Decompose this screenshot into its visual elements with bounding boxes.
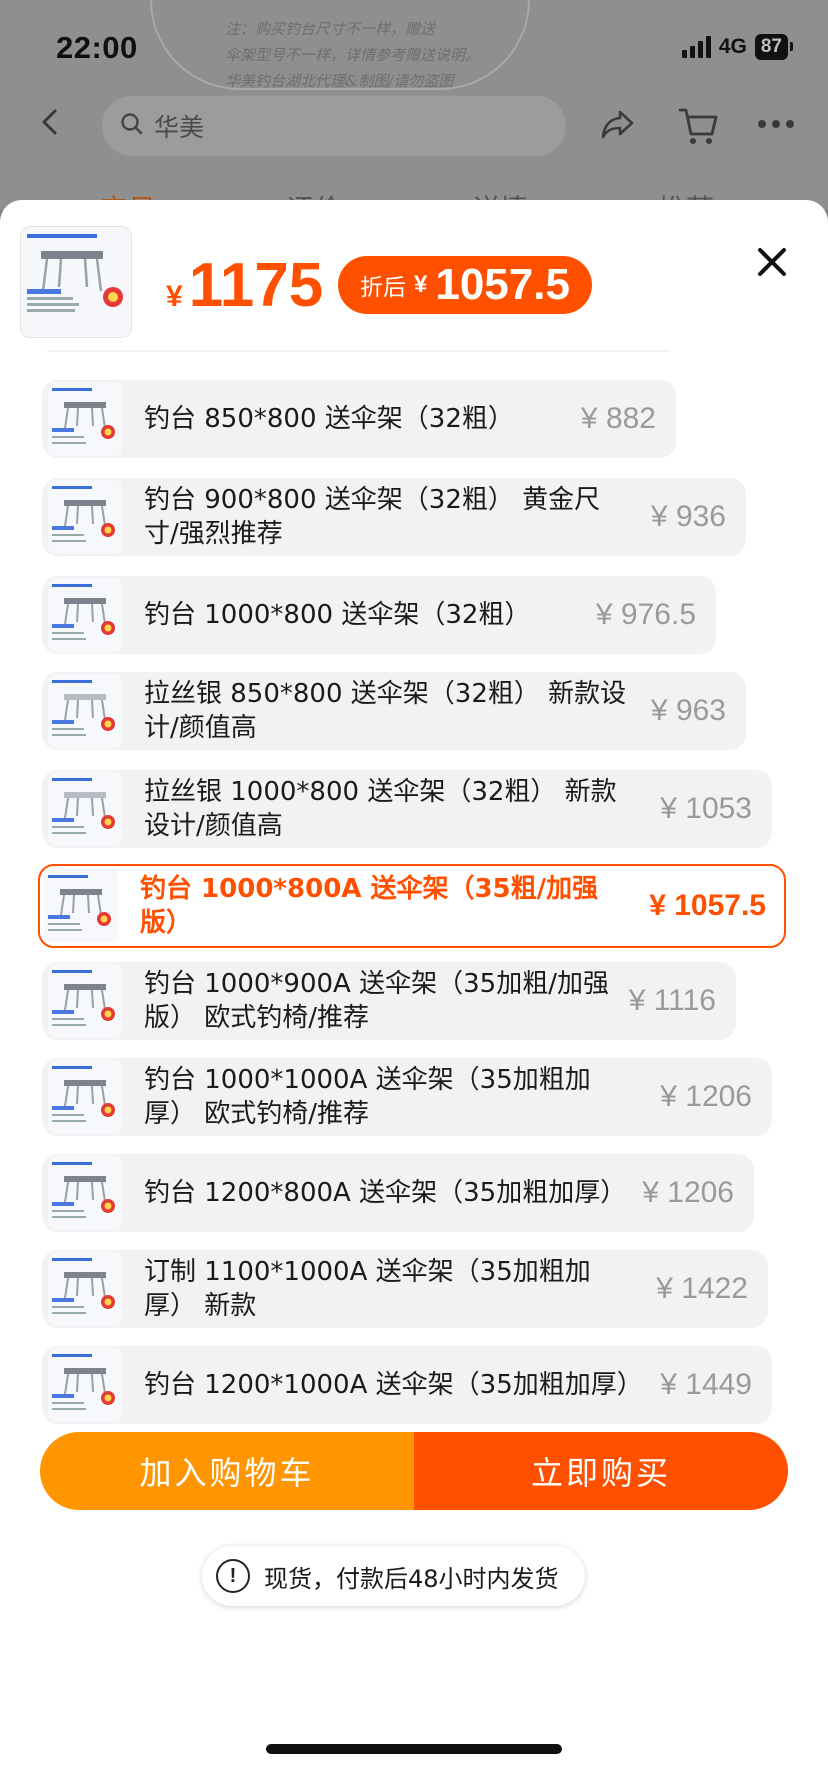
sku-thumbnail — [48, 772, 122, 846]
info-icon: ! — [216, 1559, 250, 1593]
discount-value: 1057.5 — [435, 260, 570, 309]
sku-thumbnail — [48, 1252, 122, 1326]
sku-option-selected[interactable]: 钓台 1000*800A 送伞架（35粗/加强版） ¥ 1057.5 — [38, 864, 786, 948]
status-time: 22:00 — [56, 30, 138, 65]
close-icon[interactable] — [752, 242, 792, 282]
sku-thumbnail — [44, 869, 118, 943]
buy-now-button[interactable]: 立即购买 — [414, 1432, 788, 1510]
sku-name: 订制 1100*1000A 送伞架（35加粗加厚） 新款 — [144, 1257, 591, 1321]
sku-option[interactable]: 钓台 1000*800 送伞架（32粗） ¥ 976.5 — [42, 576, 716, 654]
more-icon[interactable] — [756, 116, 796, 135]
back-arrow-icon[interactable] — [36, 108, 64, 136]
sku-price: ¥ 936 — [650, 500, 726, 533]
sku-price: ¥ 1116 — [628, 984, 716, 1017]
sku-name: 钓台 1000*800A 送伞架（35粗/加强版） — [140, 874, 599, 938]
price-currency: ¥ — [166, 280, 183, 313]
sku-name: 钓台 1000*900A 送伞架（35加粗/加强版） 欧式钓椅/推荐 — [144, 969, 609, 1033]
sku-name: 钓台 1000*1000A 送伞架（35加粗加厚） 欧式钓椅/推荐 — [144, 1065, 591, 1129]
sku-price: ¥ 1053 — [660, 792, 752, 825]
sku-price: ¥ 1206 — [642, 1176, 734, 1209]
sku-name: 钓台 900*800 送伞架（32粗） 黄金尺寸/强烈推荐 — [144, 485, 601, 549]
sku-name: 钓台 1000*800 送伞架（32粗） — [144, 600, 531, 630]
sku-name: 拉丝银 850*800 送伞架（32粗） 新款设计/颜值高 — [144, 679, 627, 743]
sku-option[interactable]: 拉丝银 1000*800 送伞架（32粗） 新款设计/颜值高 ¥ 1053 — [42, 770, 772, 848]
sku-price: ¥ 976.5 — [595, 598, 696, 631]
sku-option[interactable]: 钓台 900*800 送伞架（32粗） 黄金尺寸/强烈推荐 ¥ 936 — [42, 478, 746, 556]
discount-price-badge: 折后 ¥ 1057.5 — [338, 256, 592, 314]
sku-thumbnail — [48, 674, 122, 748]
sheet-header: ¥ 1175 折后 ¥ 1057.5 — [0, 200, 828, 350]
sku-option[interactable]: 拉丝银 850*800 送伞架（32粗） 新款设计/颜值高 ¥ 963 — [42, 672, 746, 750]
note-line: 伞架型号不一样，详情参考赠送说明。 — [225, 46, 481, 64]
sku-thumbnail — [48, 964, 122, 1038]
price-value: 1175 — [188, 251, 324, 320]
note-line: 注：购买钓台尺寸不一样，赠送 — [225, 20, 436, 38]
sku-price: ¥ 963 — [650, 694, 726, 727]
shipping-toast: ! 现货，付款后48小时内发货 — [202, 1546, 585, 1606]
sku-option[interactable]: 订制 1100*1000A 送伞架（35加粗加厚） 新款 ¥ 1422 — [42, 1250, 768, 1328]
sku-name: 钓台 1200*800A 送伞架（35加粗加厚） — [144, 1178, 627, 1208]
sku-option[interactable]: 钓台 1000*900A 送伞架（35加粗/加强版） 欧式钓椅/推荐 ¥ 111… — [42, 962, 736, 1040]
sku-price: ¥ 882 — [580, 402, 656, 435]
sku-thumbnail — [48, 480, 122, 554]
sku-thumbnail — [48, 382, 122, 456]
sku-thumbnail — [48, 1156, 122, 1230]
sku-option[interactable]: 钓台 850*800 送伞架（32粗） ¥ 882 — [42, 380, 676, 458]
search-text: 华美 — [154, 113, 205, 142]
sku-name: 钓台 850*800 送伞架（32粗） — [144, 404, 514, 434]
home-indicator — [266, 1744, 562, 1754]
search-icon — [120, 112, 144, 140]
sku-thumbnail — [48, 578, 122, 652]
selected-product-thumbnail[interactable] — [20, 226, 132, 338]
toast-text: 现货，付款后48小时内发货 — [264, 1564, 559, 1593]
sku-selector-sheet: ¥ 1175 折后 ¥ 1057.5 钓台 850*800 送伞架（32粗） ¥… — [0, 200, 828, 1792]
sku-thumbnail — [48, 1348, 122, 1422]
background-note: 注：购买钓台尺寸不一样，赠送 伞架型号不一样，详情参考赠送说明。 华美钓台湖北代… — [225, 16, 555, 94]
sku-thumbnail — [48, 1060, 122, 1134]
discount-label: 折后 — [360, 275, 406, 301]
purchase-action-bar: 加入购物车 立即购买 — [40, 1432, 788, 1510]
signal-icon — [681, 36, 711, 58]
battery-icon: 87 — [754, 34, 794, 60]
add-to-cart-button[interactable]: 加入购物车 — [40, 1432, 414, 1510]
discount-currency: ¥ — [414, 271, 428, 298]
search-bar[interactable]: 华美 — [102, 96, 566, 156]
sku-price: ¥ 1422 — [656, 1272, 748, 1305]
sku-price: ¥ 1449 — [660, 1368, 752, 1401]
background-page: 注：购买钓台尺寸不一样，赠送 伞架型号不一样，详情参考赠送说明。 华美钓台湖北代… — [0, 0, 828, 210]
sku-price: ¥ 1206 — [660, 1080, 752, 1113]
share-icon[interactable] — [598, 104, 638, 148]
sku-option-partial — [42, 350, 676, 352]
sku-price: ¥ 1057.5 — [649, 889, 766, 922]
sku-option[interactable]: 钓台 1200*800A 送伞架（35加粗加厚） ¥ 1206 — [42, 1154, 754, 1232]
cart-icon[interactable] — [676, 104, 720, 152]
sku-name: 拉丝银 1000*800 送伞架（32粗） 新款设计/颜值高 — [144, 777, 617, 841]
sku-option[interactable]: 钓台 1000*1000A 送伞架（35加粗加厚） 欧式钓椅/推荐 ¥ 1206 — [42, 1058, 772, 1136]
sku-name: 钓台 1200*1000A 送伞架（35加粗加厚） — [144, 1370, 643, 1400]
current-price: ¥ 1175 — [166, 250, 323, 321]
note-line: 华美钓台湖北代理&制图/请勿盗图 — [225, 72, 454, 90]
network-type: 4G — [718, 35, 747, 58]
status-indicators: 4G 87 — [681, 34, 794, 60]
sku-option[interactable]: 钓台 1200*1000A 送伞架（35加粗加厚） ¥ 1449 — [42, 1346, 772, 1424]
